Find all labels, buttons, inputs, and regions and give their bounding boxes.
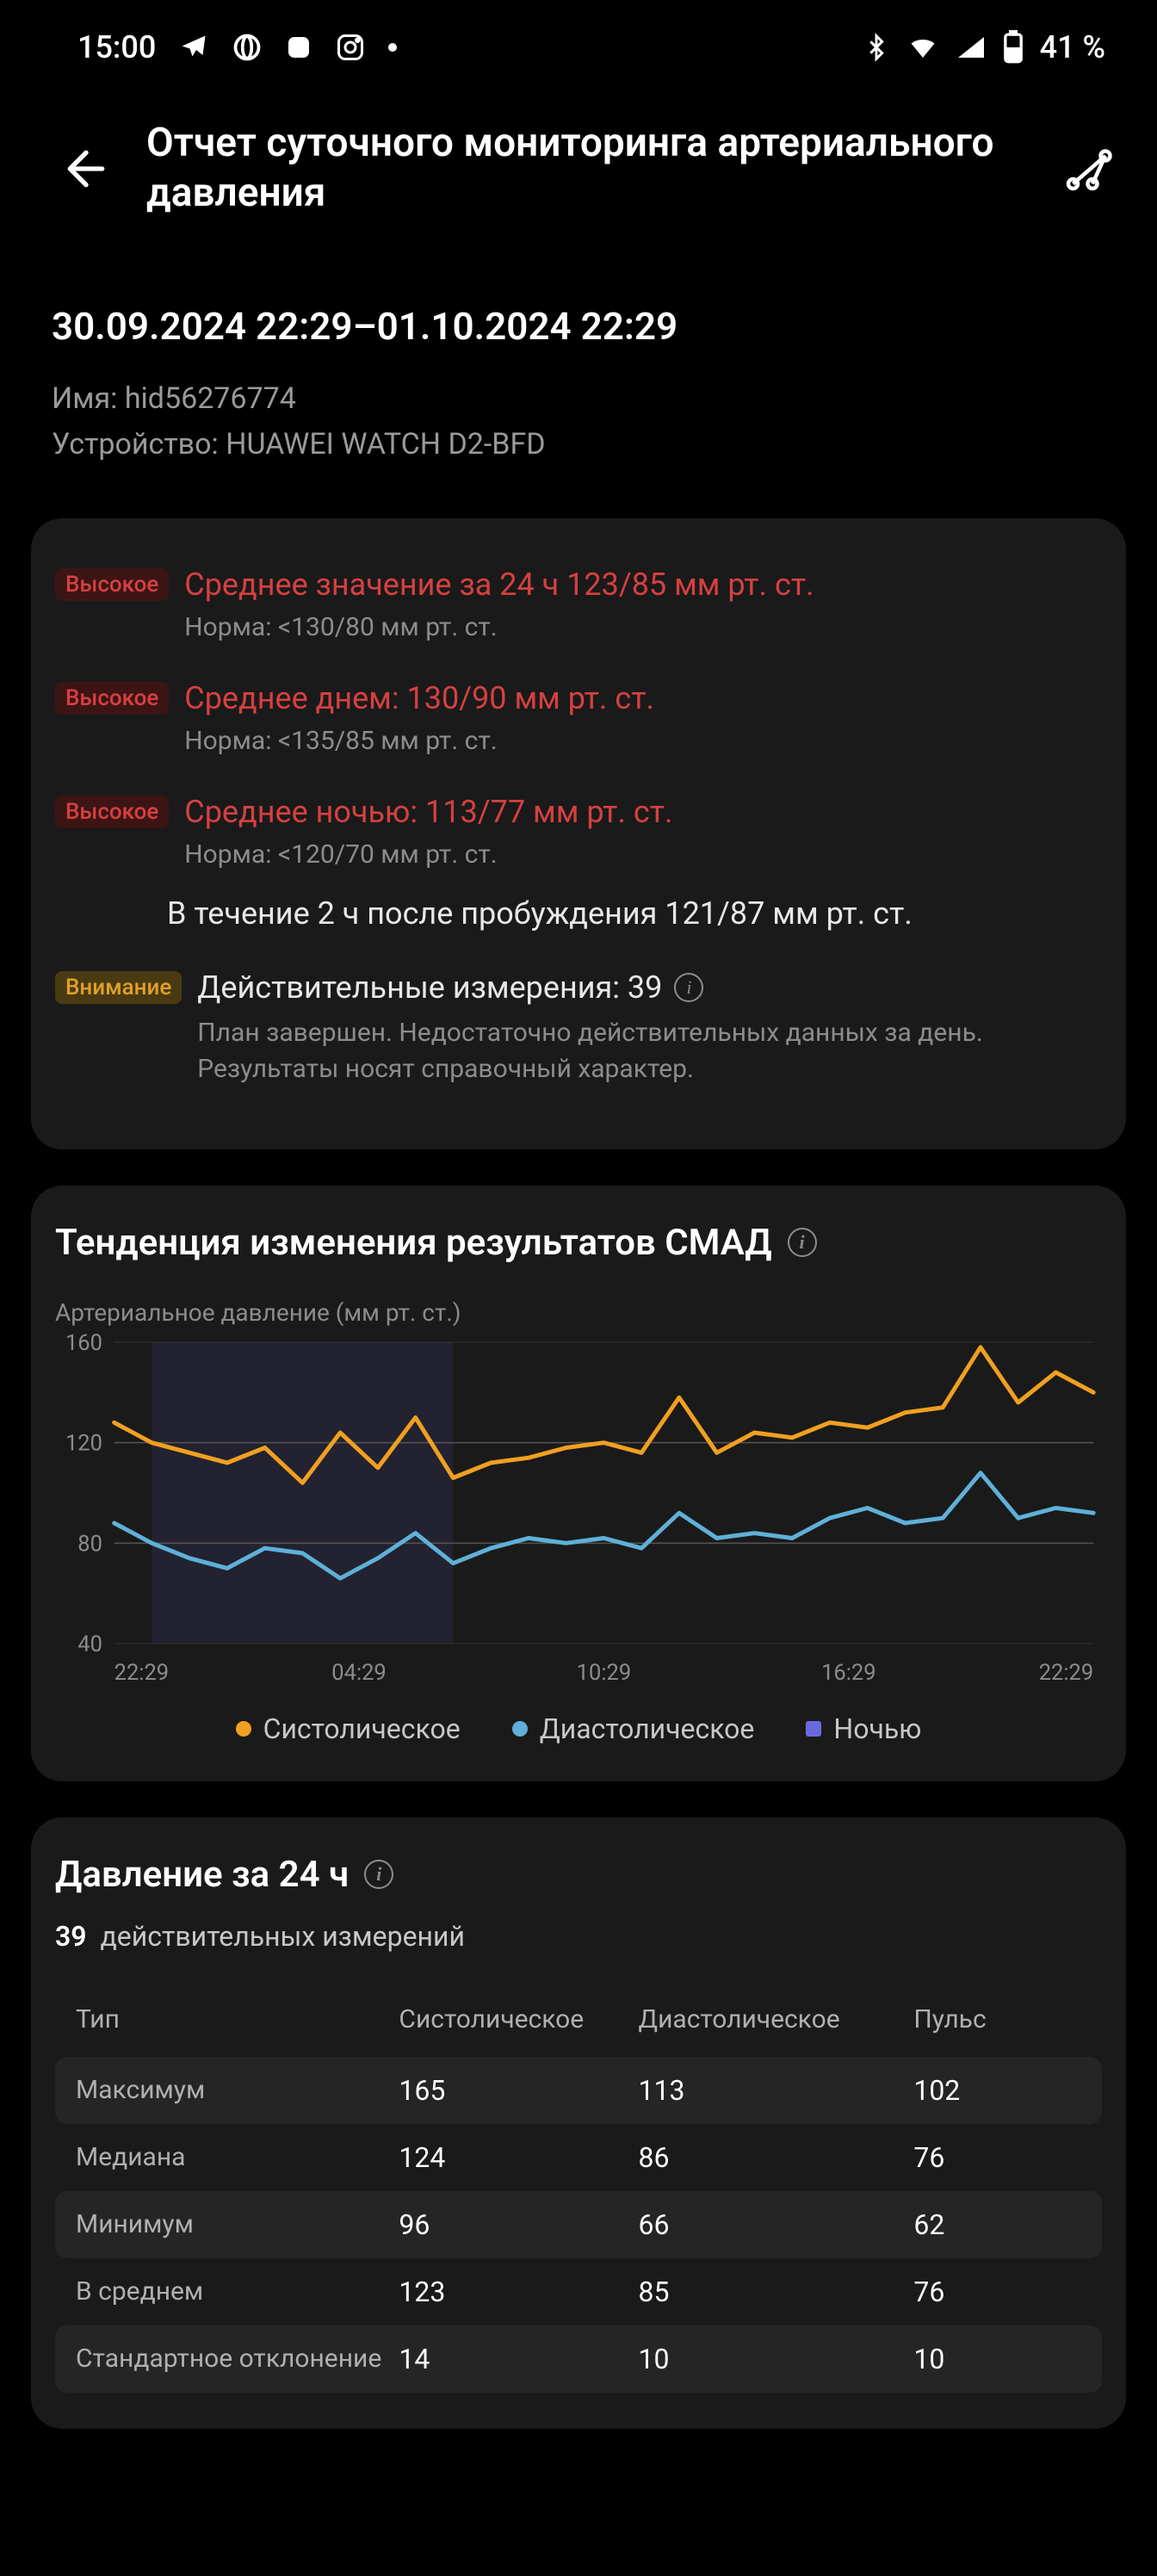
back-button[interactable] [52, 134, 121, 203]
table24-count: 39 действительных измерений [55, 1920, 1102, 1953]
report-period: 30.09.2024 22:29–01.10.2024 22:29 [52, 304, 1105, 349]
svg-text:22:29: 22:29 [1039, 1659, 1093, 1685]
trend-card: Тенденция изменения результатов СМАД i А… [31, 1186, 1126, 1781]
status-battery: 41 % [1040, 29, 1105, 65]
chart-ylabel: Артериальное давление (мм рт. ст.) [55, 1298, 1102, 1327]
page-header: Отчет суточного мониторинга артериальног… [0, 95, 1157, 261]
bp-trend-chart[interactable]: 40 80 120 160 22:29 04:29 10:29 16:29 22:29 [55, 1334, 1102, 1695]
report-user: Имя: hid56276774 [52, 376, 1105, 422]
summary-card: Высокое Среднее значение за 24 ч 123/85 … [31, 518, 1126, 1149]
legend-dot-dia [512, 1721, 528, 1737]
table-row: Максимум 165 113 102 [55, 2057, 1102, 2124]
badge-high: Высокое [55, 568, 169, 601]
badge-warning: Внимание [55, 971, 182, 1004]
avg24-row: Высокое Среднее значение за 24 ч 123/85 … [55, 554, 1102, 668]
app-icon-1 [232, 32, 263, 63]
table24-title: Давление за 24 ч [55, 1854, 349, 1896]
chart-legend: Систолическое Диастолическое Ночью [55, 1712, 1102, 1745]
svg-text:22:29: 22:29 [114, 1659, 169, 1685]
table-header: Тип Систолическое Диастолическое Пульс [55, 1987, 1102, 2057]
svg-text:80: 80 [77, 1531, 102, 1557]
instagram-icon [335, 32, 366, 63]
table24-card: Давление за 24 ч i 39 действительных изм… [31, 1817, 1126, 2429]
avg-day-row: Высокое Среднее днем: 130/90 мм рт. ст. … [55, 668, 1102, 782]
status-time: 15:00 [77, 29, 156, 65]
table-row: Минимум 96 66 62 [55, 2191, 1102, 2258]
svg-text:04:29: 04:29 [331, 1659, 386, 1685]
more-icon [388, 43, 397, 52]
page-title: Отчет суточного мониторинга артериальног… [146, 119, 1028, 218]
signal-icon [956, 32, 987, 63]
report-device: Устройство: HUAWEI WATCH D2-BFD [52, 422, 1105, 468]
trend-title: Тенденция изменения результатов СМАД [55, 1222, 772, 1264]
valid-measurements-label: Действительные измерения: 39 [197, 968, 662, 1008]
table-row: Стандартное отклонение 14 10 10 [55, 2325, 1102, 2393]
telegram-icon [178, 32, 209, 63]
status-bar: 15:00 41 % [0, 0, 1157, 95]
bluetooth-icon [863, 32, 890, 63]
legend-sq-night [806, 1721, 821, 1737]
app-icon-2 [285, 34, 312, 61]
table24: Тип Систолическое Диастолическое Пульс М… [55, 1987, 1102, 2393]
svg-text:160: 160 [65, 1334, 102, 1356]
valid-measurements-row: Внимание Действительные измерения: 39 i … [55, 957, 1102, 1113]
svg-text:16:29: 16:29 [821, 1659, 875, 1685]
svg-text:120: 120 [65, 1430, 102, 1456]
table-row: В среднем 123 85 76 [55, 2258, 1102, 2325]
avg-night-row: Высокое Среднее ночью: 113/77 мм рт. ст.… [55, 782, 1102, 895]
badge-high: Высокое [55, 796, 169, 828]
svg-text:10:29: 10:29 [577, 1659, 631, 1685]
battery-icon [1002, 30, 1024, 65]
info-icon[interactable]: i [674, 973, 703, 1002]
badge-high: Высокое [55, 682, 169, 715]
report-meta: 30.09.2024 22:29–01.10.2024 22:29 Имя: h… [0, 261, 1157, 518]
wifi-icon [906, 32, 940, 63]
post-wake-row: В течение 2 ч после пробуждения 121/87 м… [55, 895, 1102, 957]
table-row: Медиана 124 86 76 [55, 2124, 1102, 2191]
legend-dot-sys [236, 1721, 251, 1737]
share-button[interactable] [1054, 134, 1123, 203]
info-icon[interactable]: i [364, 1860, 393, 1889]
svg-text:40: 40 [77, 1631, 102, 1656]
info-icon[interactable]: i [788, 1228, 817, 1257]
